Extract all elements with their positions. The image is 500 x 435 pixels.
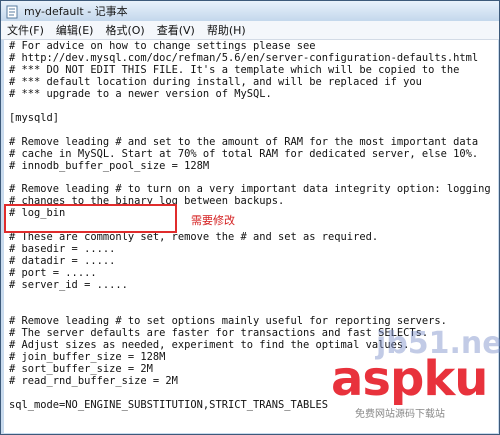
code-line: # basedir = ..... (9, 243, 116, 256)
menu-bar: 文件(F) 编辑(E) 格式(O) 查看(V) 帮助(H) (1, 21, 499, 40)
code-line: # Remove leading # to turn on a very imp… (9, 183, 491, 196)
code-line: # sort_buffer_size = 2M (9, 362, 153, 375)
watermark-aspku: aspku (331, 351, 488, 407)
code-line: # read_rnd_buffer_size = 2M (9, 374, 178, 387)
window-title: my-default - 记事本 (24, 5, 128, 18)
code-line: # server_id = ..... (9, 279, 128, 291)
code-line: # *** DO NOT EDIT THIS FILE. It's a temp… (9, 63, 460, 76)
code-line: # The server defaults are faster for tra… (9, 326, 429, 339)
notepad-icon (5, 4, 19, 19)
code-line: # Adjust sizes as needed, experiment to … (9, 338, 410, 351)
menu-file[interactable]: 文件(F) (7, 22, 44, 38)
highlight-box (4, 204, 177, 233)
code-line: # *** default location during install, a… (9, 75, 422, 88)
code-line: sql_mode=NO_ENGINE_SUBSTITUTION,STRICT_T… (9, 398, 329, 411)
code-line: # *** upgrade to a newer version of MySQ… (9, 87, 272, 100)
code-line: # datadir = ..... (9, 255, 116, 268)
code-line: # Remove leading # and set to the amount… (9, 135, 479, 148)
watermark-subtitle: 免费网站源码下载站 (355, 409, 445, 420)
annotation-text: 需要修改 (191, 214, 235, 227)
menu-view[interactable]: 查看(V) (157, 22, 195, 38)
code-line: [mysqld] (9, 111, 60, 124)
notepad-window: my-default - 记事本 文件(F) 编辑(E) 格式(O) 查看(V)… (0, 0, 500, 435)
code-line: # cache in MySQL. Start at 70% of total … (9, 147, 479, 160)
code-line: # port = ..... (9, 267, 97, 280)
menu-help[interactable]: 帮助(H) (207, 22, 246, 38)
title-bar[interactable]: my-default - 记事本 (1, 1, 499, 21)
code-line: # innodb_buffer_pool_size = 128M (9, 159, 210, 172)
menu-edit[interactable]: 编辑(E) (56, 22, 94, 38)
code-line: # For advice on how to change settings p… (9, 40, 316, 52)
code-line: # join_buffer_size = 128M (9, 350, 166, 363)
code-line: # http://dev.mysql.com/doc/refman/5.6/en… (9, 51, 479, 64)
menu-format[interactable]: 格式(O) (105, 22, 144, 38)
